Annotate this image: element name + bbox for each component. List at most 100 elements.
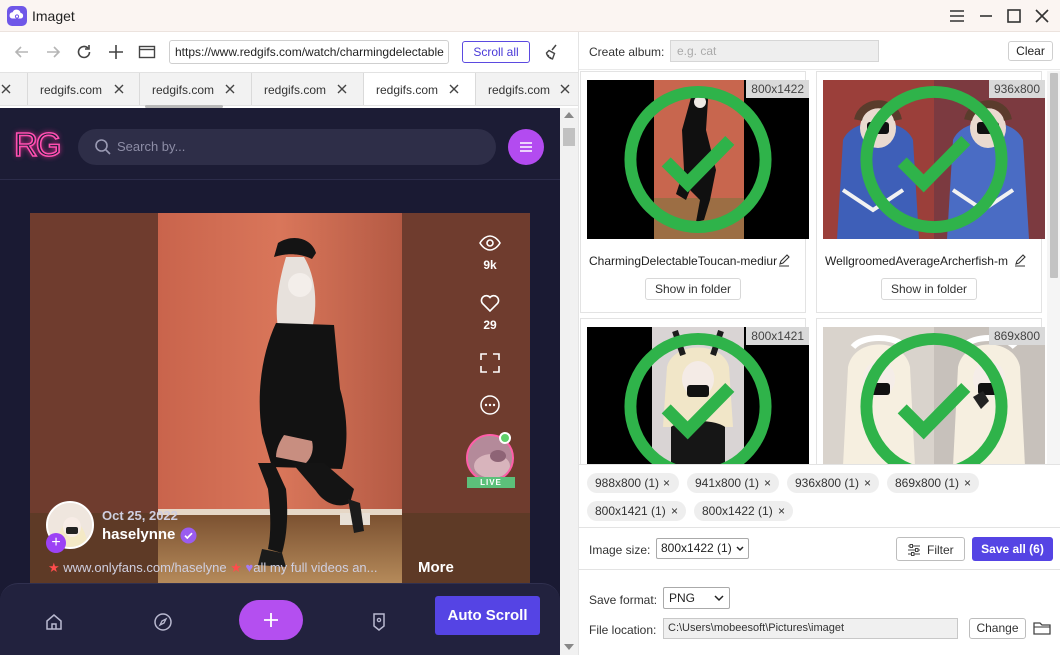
remove-chip-icon[interactable]: × xyxy=(764,473,771,493)
remove-chip-icon[interactable]: × xyxy=(778,501,785,521)
broom-icon[interactable] xyxy=(543,42,563,62)
online-status-dot xyxy=(499,432,511,444)
caption-more-link[interactable]: More xyxy=(418,559,454,576)
size-chip-label: 800x1421 (1) xyxy=(595,504,666,518)
close-icon[interactable] xyxy=(1032,6,1052,26)
fullscreen-icon xyxy=(480,353,500,373)
check-circle-icon[interactable] xyxy=(587,80,809,239)
caption-link[interactable]: www.onlyfans.com/haselyne xyxy=(63,560,226,575)
site-menu-button[interactable] xyxy=(508,129,544,165)
tab[interactable]: redgifs.com xyxy=(28,73,140,105)
change-location-button[interactable]: Change xyxy=(969,618,1026,639)
size-chip[interactable]: 800x1421 (1) × xyxy=(587,501,686,521)
image-card[interactable]: 936x800 WellgroomedAverageArcherfish-m S… xyxy=(816,71,1045,313)
more-options-button[interactable] xyxy=(470,393,510,417)
remove-chip-icon[interactable]: × xyxy=(864,473,871,493)
webview-scrollbar[interactable] xyxy=(560,108,578,655)
scroll-thumb[interactable] xyxy=(1050,73,1058,278)
tab-close-icon[interactable] xyxy=(0,82,13,96)
tag-icon[interactable] xyxy=(368,611,390,633)
image-thumbnail[interactable]: 800x1422 xyxy=(587,80,809,239)
size-chip[interactable]: 800x1422 (1) × xyxy=(694,501,793,521)
tab-close-icon[interactable] xyxy=(335,82,349,96)
remove-chip-icon[interactable]: × xyxy=(671,501,678,521)
like-button[interactable]: 29 xyxy=(470,291,510,332)
edit-pencil-icon[interactable] xyxy=(1013,253,1027,267)
site-bottom-nav: Auto Scroll xyxy=(0,583,560,655)
grid-scrollbar[interactable] xyxy=(1047,71,1060,464)
likes-count: 29 xyxy=(483,318,497,332)
file-location-input[interactable]: C:\Users\mobeesoft\Pictures\imaget xyxy=(663,618,958,639)
image-card[interactable]: 800x1422 CharmingDelectableToucan-mediur… xyxy=(580,71,809,313)
tab-close-icon[interactable] xyxy=(558,82,572,96)
check-circle-icon[interactable] xyxy=(823,327,1045,464)
tabs-overview-icon[interactable] xyxy=(137,42,157,62)
save-format-value: PNG xyxy=(669,591,696,605)
scroll-down-arrow-icon[interactable] xyxy=(564,644,574,650)
site-logo[interactable]: RG xyxy=(13,125,62,164)
filter-button[interactable]: Filter xyxy=(896,537,965,561)
save-format-label: Save format: xyxy=(589,593,658,607)
save-format-select[interactable]: PNG xyxy=(663,587,730,609)
compass-icon[interactable] xyxy=(152,611,174,633)
hamburger-icon xyxy=(520,142,532,152)
clear-button[interactable]: Clear xyxy=(1008,41,1053,61)
image-card[interactable]: 869x800 xyxy=(816,318,1045,464)
new-tab-icon[interactable] xyxy=(106,42,126,62)
upload-button[interactable] xyxy=(239,600,303,640)
file-location-label: File location: xyxy=(589,623,657,637)
scroll-up-arrow-icon[interactable] xyxy=(564,112,574,118)
chevron-down-icon xyxy=(736,546,744,552)
tab-close-icon[interactable] xyxy=(223,82,237,96)
album-name-input[interactable]: e.g. cat xyxy=(670,40,879,62)
folder-icon[interactable] xyxy=(1033,620,1051,636)
tab-label: redgifs.com xyxy=(40,83,103,97)
back-icon[interactable] xyxy=(12,42,32,62)
tab-close-icon[interactable] xyxy=(447,82,461,96)
search-placeholder: Search by... xyxy=(117,139,186,154)
image-thumbnail[interactable]: 869x800 xyxy=(823,327,1045,464)
scroll-all-button[interactable]: Scroll all xyxy=(462,41,530,63)
size-chip-label: 869x800 (1) xyxy=(895,476,960,490)
site-search-input[interactable]: Search by... xyxy=(78,129,496,165)
reload-icon[interactable] xyxy=(74,42,94,62)
remove-chip-icon[interactable]: × xyxy=(964,473,971,493)
show-in-folder-button[interactable]: Show in folder xyxy=(645,278,741,300)
size-chip[interactable]: 988x800 (1) × xyxy=(587,473,679,493)
check-circle-icon[interactable] xyxy=(823,80,1045,239)
minimize-icon[interactable] xyxy=(976,6,996,26)
size-chip-label: 936x800 (1) xyxy=(795,476,860,490)
tab[interactable]: redgifs.com xyxy=(252,73,364,105)
save-all-button[interactable]: Save all (6) xyxy=(972,537,1053,561)
tab-close-icon[interactable] xyxy=(112,82,126,96)
site-header: RG Search by... xyxy=(0,108,560,180)
tab[interactable] xyxy=(0,73,28,105)
size-chip[interactable]: 869x800 (1) × xyxy=(887,473,979,493)
image-thumbnail[interactable]: 936x800 xyxy=(823,80,1045,239)
check-circle-icon[interactable] xyxy=(587,327,809,464)
url-input[interactable]: https://www.redgifs.com/watch/charmingde… xyxy=(169,40,449,64)
edit-pencil-icon[interactable] xyxy=(777,253,791,267)
creator-name[interactable]: haselynne xyxy=(102,526,175,543)
image-size-select[interactable]: 800x1422 (1) xyxy=(656,538,749,559)
scroll-thumb[interactable] xyxy=(563,128,575,146)
home-icon[interactable] xyxy=(43,611,65,633)
verified-icon xyxy=(180,527,197,544)
fullscreen-button[interactable] xyxy=(470,351,510,375)
remove-chip-icon[interactable]: × xyxy=(663,473,670,493)
image-thumbnail[interactable]: 800x1421 xyxy=(587,327,809,464)
post-date: Oct 25, 2022 xyxy=(102,508,178,523)
tab-active[interactable]: redgifs.com xyxy=(364,73,476,105)
menu-icon[interactable] xyxy=(947,6,967,26)
follow-plus-button[interactable]: + xyxy=(46,533,66,553)
size-chip[interactable]: 936x800 (1) × xyxy=(787,473,879,493)
tab[interactable]: redgifs.com xyxy=(476,73,578,105)
show-in-folder-button[interactable]: Show in folder xyxy=(881,278,977,300)
maximize-icon[interactable] xyxy=(1004,6,1024,26)
tab[interactable]: redgifs.com xyxy=(140,73,252,105)
auto-scroll-button[interactable]: Auto Scroll xyxy=(435,596,540,635)
album-row: Create album: e.g. cat Clear xyxy=(579,32,1060,70)
forward-icon[interactable] xyxy=(43,42,63,62)
image-card[interactable]: 800x1421 xyxy=(580,318,809,464)
size-chip[interactable]: 941x800 (1) × xyxy=(687,473,779,493)
